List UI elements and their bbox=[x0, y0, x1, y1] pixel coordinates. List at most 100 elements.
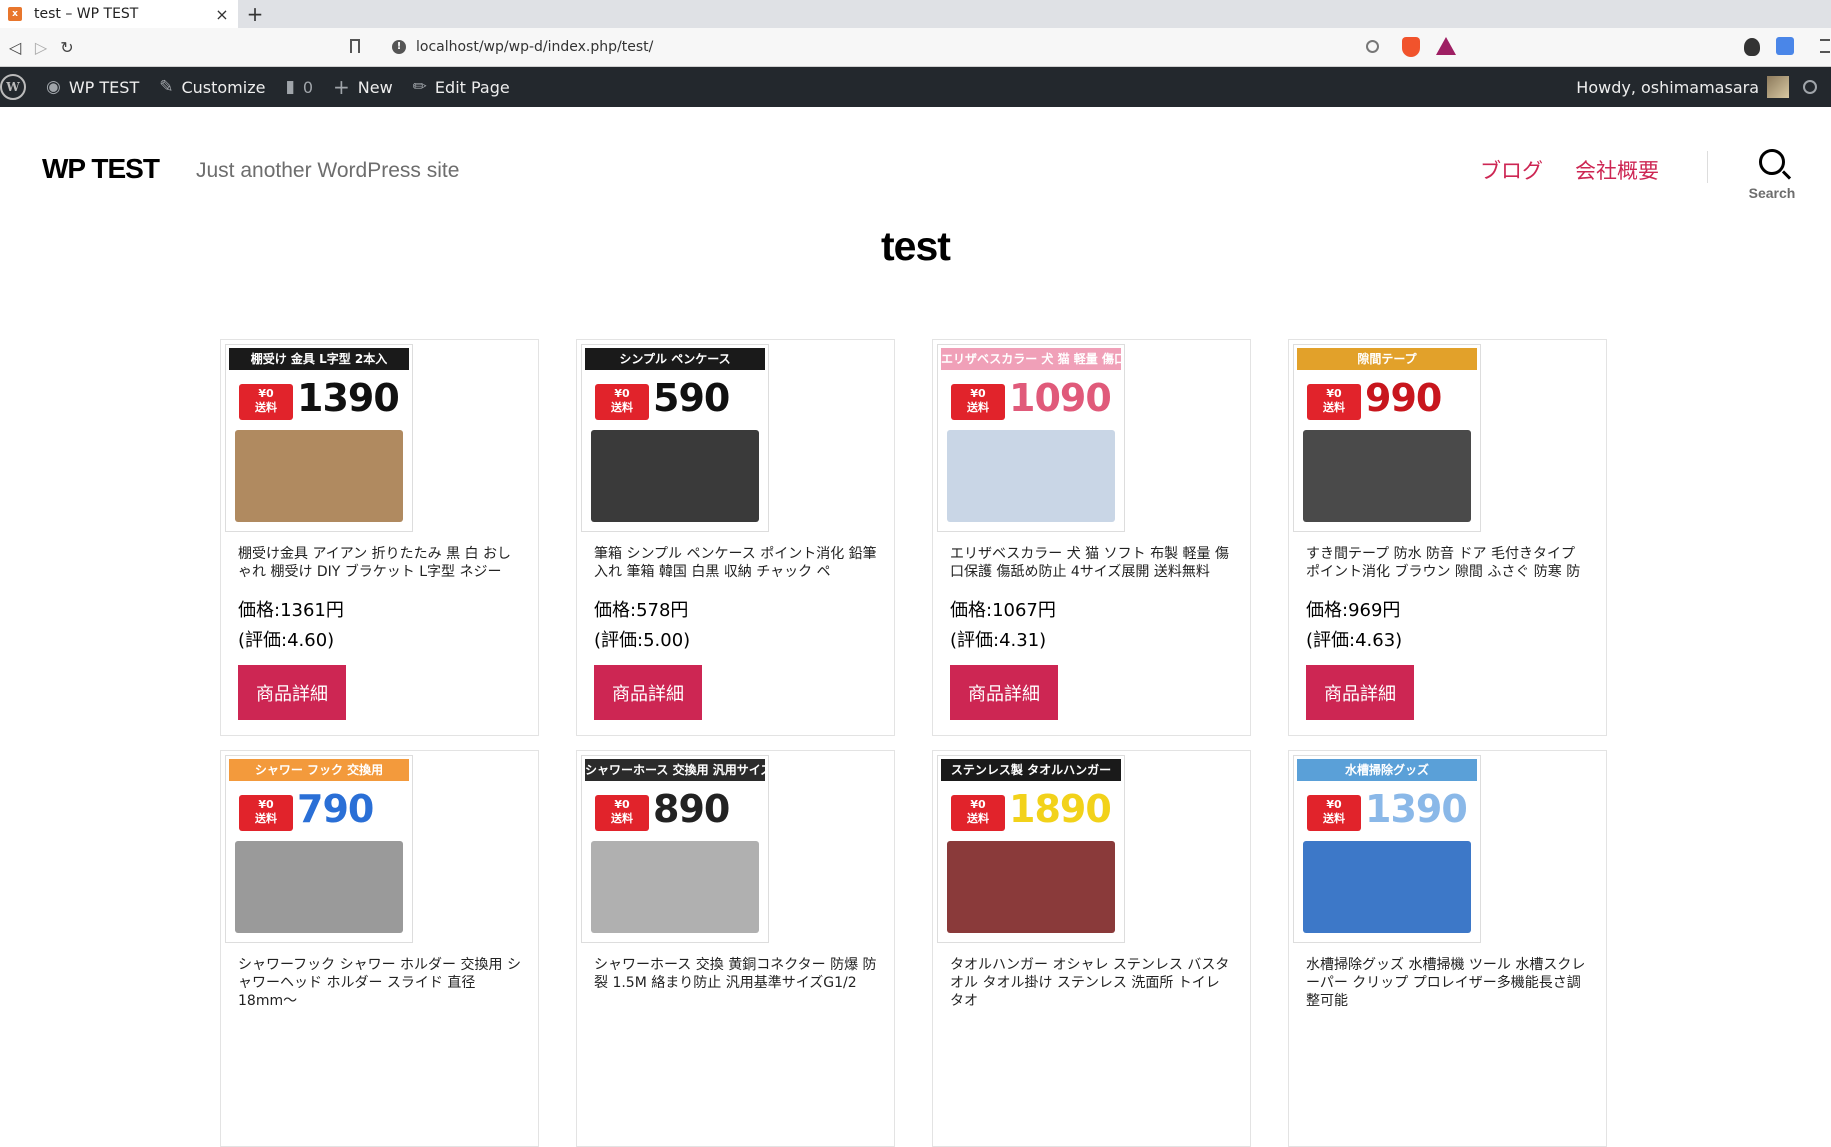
extension-icon[interactable] bbox=[1744, 38, 1760, 56]
wp-logo-menu[interactable]: W bbox=[0, 67, 36, 107]
product-image-inner: 隙間テープ ¥0 送料 990 bbox=[1297, 348, 1477, 528]
browser-menu-icon[interactable] bbox=[1820, 39, 1830, 53]
product-detail-button[interactable]: 商品詳細 bbox=[594, 665, 702, 720]
admin-bar-right: Howdy, oshimamasara bbox=[1576, 67, 1831, 107]
product-image-price: 790 bbox=[297, 787, 374, 831]
product-description[interactable]: 筆箱 シンプル ペンケース ポイント消化 鉛筆入れ 筆箱 韓国 白黒 収納 チャ… bbox=[594, 545, 879, 581]
product-detail-button[interactable]: 商品詳細 bbox=[238, 665, 346, 720]
free-shipping-truck-icon: ¥0 送料 bbox=[239, 795, 293, 831]
product-description[interactable]: 棚受け金具 アイアン 折りたたみ 黒 白 おしゃれ 棚受け DIY ブラケット … bbox=[238, 545, 523, 581]
free-shipping-truck-icon: ¥0 送料 bbox=[951, 795, 1005, 831]
product-card: ステンレス製 タオルハンガー ¥0 送料 1890 タオルハンガー オシャレ ステ… bbox=[932, 750, 1251, 1147]
product-description[interactable]: シャワーフック シャワー ホルダー 交換用 シャワーヘッド ホルダー スライド … bbox=[238, 956, 523, 1010]
product-image-banner: 棚受け 金具 L字型 2本入 bbox=[229, 348, 409, 370]
admin-edit-page[interactable]: ✏ Edit Page bbox=[403, 67, 520, 107]
product-image-price: 1390 bbox=[1365, 787, 1468, 831]
primary-nav: ブログ 会社概要 bbox=[1480, 155, 1659, 185]
product-description[interactable]: 水槽掃除グッズ 水槽掃機 ツール 水槽スクレーパー クリップ プロレイザー多機能… bbox=[1306, 956, 1591, 1010]
zoom-icon[interactable] bbox=[1366, 40, 1379, 53]
comment-icon: ▮ bbox=[285, 77, 295, 97]
brave-rewards-icon[interactable] bbox=[1436, 37, 1456, 55]
product-description[interactable]: すき間テープ 防水 防音 ドア 毛付きタイプ ポイント消化 ブラウン 隙間 ふさ… bbox=[1306, 545, 1591, 581]
admin-site-name-label: WP TEST bbox=[68, 77, 140, 97]
avatar[interactable] bbox=[1767, 76, 1789, 98]
product-image-banner: シンプル ペンケース bbox=[585, 348, 765, 370]
product-image[interactable]: 棚受け 金具 L字型 2本入 ¥0 送料 1390 bbox=[225, 344, 413, 532]
nav-divider bbox=[1707, 151, 1708, 183]
product-detail-button[interactable]: 商品詳細 bbox=[950, 665, 1058, 720]
product-image-inner: シャワー フック 交換用 ¥0 送料 790 bbox=[229, 759, 409, 939]
nav-item-blog[interactable]: ブログ bbox=[1480, 155, 1543, 185]
url-text[interactable]: localhost/wp/wp-d/index.php/test/ bbox=[416, 39, 653, 55]
admin-site-name[interactable]: ◉ WP TEST bbox=[36, 67, 149, 107]
product-card: 隙間テープ ¥0 送料 990 すき間テープ 防水 防音 ドア 毛付きタイプ ポイ… bbox=[1288, 339, 1607, 736]
admin-search-icon[interactable] bbox=[1803, 80, 1817, 94]
site-header: WP TEST Just another WordPress site ブログ … bbox=[0, 107, 1831, 219]
product-detail-button[interactable]: 商品詳細 bbox=[1306, 665, 1414, 720]
product-image[interactable]: 水槽掃除グッズ ¥0 送料 1390 bbox=[1293, 755, 1481, 943]
product-image-banner: シャワーホース 交換用 汎用サイズ bbox=[585, 759, 765, 781]
product-photo bbox=[1303, 430, 1471, 522]
product-description[interactable]: シャワーホース 交換 黄銅コネクター 防爆 防裂 1.5M 絡まり防止 汎用基準… bbox=[594, 956, 879, 1010]
browser-tab[interactable]: x test – WP TEST × bbox=[0, 0, 238, 28]
page-title: test bbox=[881, 223, 951, 269]
product-rating: (評価:4.60) bbox=[238, 630, 335, 651]
brave-shield-icon[interactable] bbox=[1402, 37, 1420, 57]
translate-icon[interactable] bbox=[1776, 37, 1794, 55]
new-tab-button[interactable]: + bbox=[244, 2, 266, 26]
product-price: 価格:1067円 bbox=[950, 600, 1056, 621]
product-image-inner: 棚受け 金具 L字型 2本入 ¥0 送料 1390 bbox=[229, 348, 409, 528]
free-shipping-truck-icon: ¥0 送料 bbox=[1307, 384, 1361, 420]
reload-icon[interactable]: ↻ bbox=[54, 34, 80, 60]
plus-icon: + bbox=[333, 75, 350, 99]
product-card: シンプル ペンケース ¥0 送料 590 筆箱 シンプル ペンケース ポイント消化… bbox=[576, 339, 895, 736]
site-info-icon[interactable]: ! bbox=[392, 40, 406, 54]
product-photo bbox=[1303, 841, 1471, 933]
free-shipping-truck-icon: ¥0 送料 bbox=[951, 384, 1005, 420]
product-grid: 棚受け 金具 L字型 2本入 ¥0 送料 1390 棚受け金具 アイアン 折りたた… bbox=[220, 339, 1608, 1147]
product-image[interactable]: シャワー フック 交換用 ¥0 送料 790 bbox=[225, 755, 413, 943]
product-photo bbox=[947, 430, 1115, 522]
nav-item-company[interactable]: 会社概要 bbox=[1575, 155, 1659, 185]
product-photo bbox=[947, 841, 1115, 933]
free-shipping-truck-icon: ¥0 送料 bbox=[239, 384, 293, 420]
product-image-banner: 水槽掃除グッズ bbox=[1297, 759, 1477, 781]
product-image[interactable]: シンプル ペンケース ¥0 送料 590 bbox=[581, 344, 769, 532]
product-image-price: 890 bbox=[653, 787, 730, 831]
product-price: 価格:969円 bbox=[1306, 600, 1401, 621]
browser-tab-bar: x test – WP TEST × + bbox=[0, 0, 1831, 28]
site-tagline: Just another WordPress site bbox=[196, 159, 460, 182]
product-image-price: 1890 bbox=[1009, 787, 1112, 831]
product-image-inner: ステンレス製 タオルハンガー ¥0 送料 1890 bbox=[941, 759, 1121, 939]
product-description[interactable]: エリザベスカラー 犬 猫 ソフト 布製 軽量 傷口保護 傷舐め防止 4サイズ展開… bbox=[950, 545, 1235, 581]
wp-admin-bar: W ◉ WP TEST ✎ Customize ▮ 0 + New ✏ Edit… bbox=[0, 67, 1831, 107]
admin-customize[interactable]: ✎ Customize bbox=[149, 67, 275, 107]
browser-toolbar: ◁ ▷ ↻ ! localhost/wp/wp-d/index.php/test… bbox=[0, 28, 1831, 67]
xampp-favicon-icon: x bbox=[8, 7, 22, 21]
product-image-price: 590 bbox=[653, 376, 730, 420]
product-image[interactable]: エリザベスカラー 犬 猫 軽量 傷口保護 ¥0送料 1090 bbox=[937, 344, 1125, 532]
product-image[interactable]: 隙間テープ ¥0 送料 990 bbox=[1293, 344, 1481, 532]
back-icon[interactable]: ◁ bbox=[2, 34, 28, 60]
wordpress-logo-icon: W bbox=[0, 74, 26, 100]
pencil-icon: ✏ bbox=[412, 77, 427, 97]
product-image-banner: ステンレス製 タオルハンガー bbox=[941, 759, 1121, 781]
admin-comments[interactable]: ▮ 0 bbox=[275, 67, 323, 107]
product-image[interactable]: シャワーホース 交換用 汎用サイズ ¥0 送料 890 bbox=[581, 755, 769, 943]
product-image[interactable]: ステンレス製 タオルハンガー ¥0 送料 1890 bbox=[937, 755, 1125, 943]
product-description[interactable]: タオルハンガー オシャレ ステンレス バスタオル タオル掛け ステンレス 洗面所… bbox=[950, 956, 1235, 1010]
product-image-inner: シャワーホース 交換用 汎用サイズ ¥0 送料 890 bbox=[585, 759, 765, 939]
tab-close-icon[interactable]: × bbox=[214, 5, 230, 24]
forward-icon[interactable]: ▷ bbox=[28, 34, 54, 60]
product-card: シャワーホース 交換用 汎用サイズ ¥0 送料 890 シャワーホース 交換 黄銅… bbox=[576, 750, 895, 1147]
admin-new[interactable]: + New bbox=[323, 67, 403, 107]
address-bar[interactable]: ! localhost/wp/wp-d/index.php/test/ bbox=[346, 33, 1386, 61]
product-image-inner: シンプル ペンケース ¥0 送料 590 bbox=[585, 348, 765, 528]
product-photo bbox=[591, 430, 759, 522]
site-title[interactable]: WP TEST bbox=[42, 153, 160, 185]
search-toggle[interactable]: Search bbox=[1740, 149, 1804, 201]
product-card: シャワー フック 交換用 ¥0 送料 790 シャワーフック シャワー ホルダー … bbox=[220, 750, 539, 1147]
product-rating: (評価:4.63) bbox=[1306, 630, 1403, 651]
product-price: 価格:1361円 bbox=[238, 600, 344, 621]
howdy-user[interactable]: Howdy, oshimamasara bbox=[1576, 78, 1759, 97]
